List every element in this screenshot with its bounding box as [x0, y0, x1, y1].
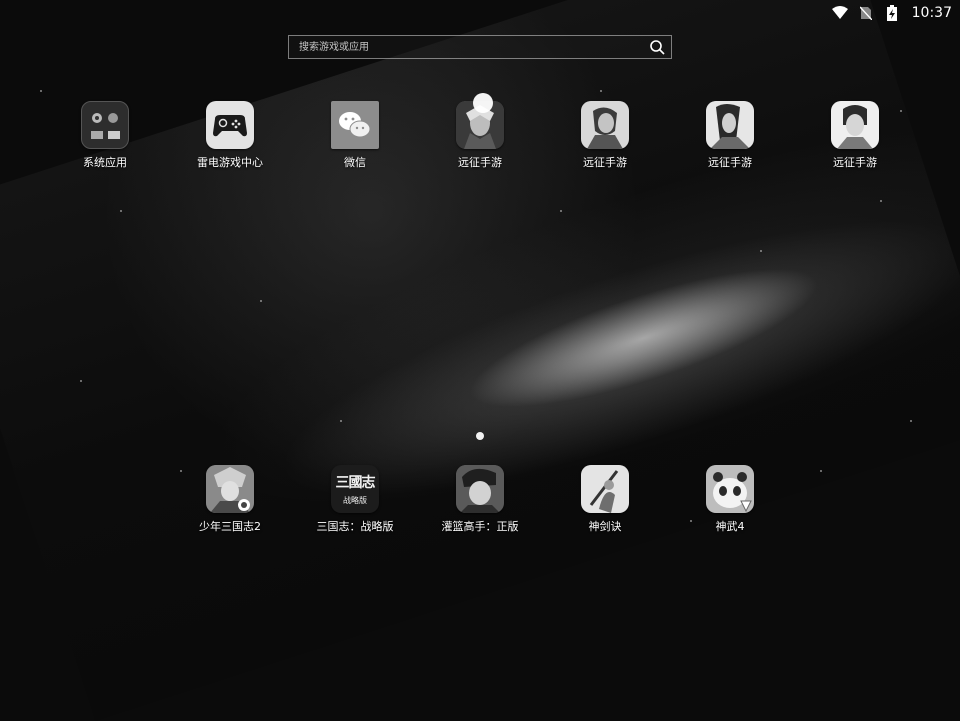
- app-label: 系统应用: [83, 156, 127, 169]
- app-wechat[interactable]: 微信: [305, 101, 405, 170]
- slam-dunk-icon: [456, 465, 504, 513]
- app-label: 少年三国志2: [199, 520, 261, 533]
- app-label: 灌篮高手：正版: [441, 520, 519, 533]
- app-sanguozhi-zhanlue[interactable]: 三國志 战略版 三国志：战略版: [305, 465, 405, 534]
- app-label: 神剑诀: [588, 520, 622, 533]
- shenwu4-icon: [706, 465, 754, 513]
- no-sim-icon: [858, 5, 874, 21]
- page-indicator-dot: [476, 432, 484, 440]
- search-icon[interactable]: [643, 36, 671, 58]
- app-yuanzheng-3[interactable]: 远征手游: [680, 101, 780, 170]
- app-label: 三国志：战略版: [316, 520, 394, 533]
- search-input[interactable]: [289, 35, 643, 59]
- touch-indicator: [473, 93, 493, 113]
- leidian-game-center-icon: [206, 101, 254, 149]
- shaonian-sanguozhi2-icon: [206, 465, 254, 513]
- tile-subtitle: 战略版: [343, 496, 367, 505]
- shenjianjue-icon: [581, 465, 629, 513]
- app-shaonian-sanguozhi2[interactable]: 少年三国志2: [180, 465, 280, 534]
- battery-charging-icon: [884, 5, 900, 21]
- app-label: 远征手游: [458, 156, 502, 169]
- app-label: 远征手游: [833, 156, 877, 169]
- app-yuanzheng-2[interactable]: 远征手游: [555, 101, 655, 170]
- app-system-apps[interactable]: 系统应用: [55, 101, 155, 170]
- app-slam-dunk[interactable]: 灌篮高手：正版: [430, 465, 530, 534]
- yuanzheng-game-icon: [581, 101, 629, 149]
- sanguozhi-zhanlue-icon: 三國志 战略版: [331, 465, 379, 513]
- app-label: 雷电游戏中心: [197, 156, 263, 169]
- app-yuanzheng-4[interactable]: 远征手游: [805, 101, 905, 170]
- app-label: 远征手游: [708, 156, 752, 169]
- tile-title: 三國志: [335, 475, 376, 491]
- app-leidian-game-center[interactable]: 雷电游戏中心: [180, 101, 280, 170]
- app-shenjianjue[interactable]: 神剑诀: [555, 465, 655, 534]
- status-bar: 10:37: [0, 0, 960, 26]
- system-apps-folder-icon: [81, 101, 129, 149]
- app-shenwu4[interactable]: 神武4: [680, 465, 780, 534]
- wifi-icon: [831, 5, 848, 21]
- app-label: 远征手游: [583, 156, 627, 169]
- search-bar[interactable]: [288, 35, 672, 59]
- app-label: 微信: [344, 156, 366, 169]
- clock: 10:37: [911, 5, 952, 21]
- app-label: 神武4: [715, 520, 745, 533]
- yuanzheng-game-icon: [831, 101, 879, 149]
- yuanzheng-game-icon: [706, 101, 754, 149]
- wechat-icon: [331, 101, 379, 149]
